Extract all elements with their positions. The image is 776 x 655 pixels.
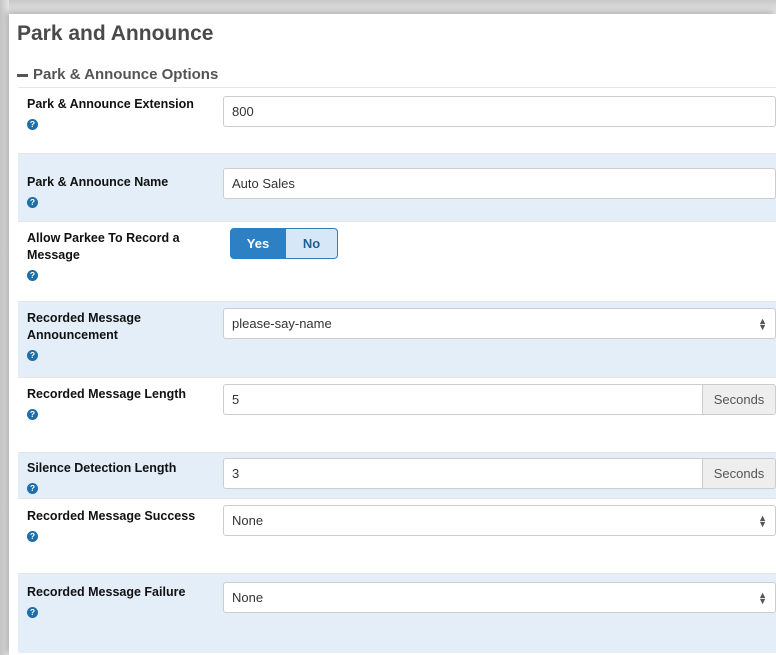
field-label: Recorded Message Success [27, 509, 196, 523]
field-label: Recorded Message Length [27, 387, 187, 401]
help-icon[interactable]: ? [27, 483, 38, 494]
select-arrows-icon: ▲ ▼ [758, 589, 767, 606]
silence-length-input[interactable]: 3 [223, 458, 703, 489]
name-input[interactable]: Auto Sales [223, 168, 776, 199]
silence-length-value: 3 [232, 466, 240, 481]
form-row-name: Park & Announce Name ? Auto Sales [18, 153, 776, 221]
form-rows: Park & Announce Extension ? 800 Park & A… [18, 87, 776, 653]
announcement-select[interactable]: please-say-name ▲ ▼ [223, 308, 776, 339]
help-icon[interactable]: ? [27, 197, 38, 208]
message-length-value: 5 [232, 392, 240, 407]
extension-input[interactable]: 800 [223, 96, 776, 127]
page-title: Park and Announce [17, 22, 214, 45]
settings-panel: Park and Announce Park & Announce Option… [9, 14, 776, 655]
success-select-value: None [232, 513, 264, 528]
field-label: Park & Announce Name [27, 175, 169, 189]
seconds-addon: Seconds [703, 384, 776, 415]
field-label: Allow Parkee To Record a Message [27, 231, 180, 262]
help-icon[interactable]: ? [27, 409, 38, 420]
extension-input-value: 800 [232, 104, 254, 119]
name-input-value: Auto Sales [232, 176, 295, 191]
field-label: Recorded Message Announcement [27, 311, 141, 342]
form-row-announcement: Recorded Message Announcement ? please-s… [18, 301, 776, 377]
help-icon[interactable]: ? [27, 607, 38, 618]
announcement-select-value: please-say-name [232, 316, 332, 331]
help-icon[interactable]: ? [27, 270, 38, 281]
form-row-success: Recorded Message Success ? None ▲ ▼ [18, 498, 776, 573]
success-select[interactable]: None ▲ ▼ [223, 505, 776, 536]
form-row-extension: Park & Announce Extension ? 800 [18, 87, 776, 153]
select-arrows-icon: ▲ ▼ [758, 512, 767, 529]
field-label: Silence Detection Length [27, 461, 177, 475]
seconds-addon: Seconds [703, 458, 776, 489]
collapse-icon[interactable] [17, 73, 28, 77]
toggle-yes-button[interactable]: Yes [230, 228, 286, 259]
toggle-no-button[interactable]: No [286, 228, 338, 259]
section-header[interactable]: Park & Announce Options [17, 66, 218, 83]
form-row-message-length: Recorded Message Length ? 5 Seconds [18, 377, 776, 452]
help-icon[interactable]: ? [27, 531, 38, 542]
failure-select[interactable]: None ▲ ▼ [223, 582, 776, 613]
field-label: Park & Announce Extension [27, 97, 194, 111]
window-frame-left [0, 0, 9, 655]
help-icon[interactable]: ? [27, 119, 38, 130]
message-length-group: 5 Seconds [223, 384, 776, 415]
failure-select-value: None [232, 590, 264, 605]
select-arrows-icon: ▲ ▼ [758, 315, 767, 332]
section-title: Park & Announce Options [33, 66, 219, 83]
field-label: Recorded Message Failure [27, 585, 186, 599]
message-length-input[interactable]: 5 [223, 384, 703, 415]
help-icon[interactable]: ? [27, 350, 38, 361]
record-toggle[interactable]: Yes No [230, 228, 338, 259]
form-row-allow-record: Allow Parkee To Record a Message ? Yes N… [18, 221, 776, 301]
form-row-failure: Recorded Message Failure ? None ▲ ▼ [18, 573, 776, 653]
form-row-silence-detection: Silence Detection Length ? 3 Seconds [18, 452, 776, 498]
silence-length-group: 3 Seconds [223, 458, 776, 489]
window-frame-top [0, 0, 776, 14]
